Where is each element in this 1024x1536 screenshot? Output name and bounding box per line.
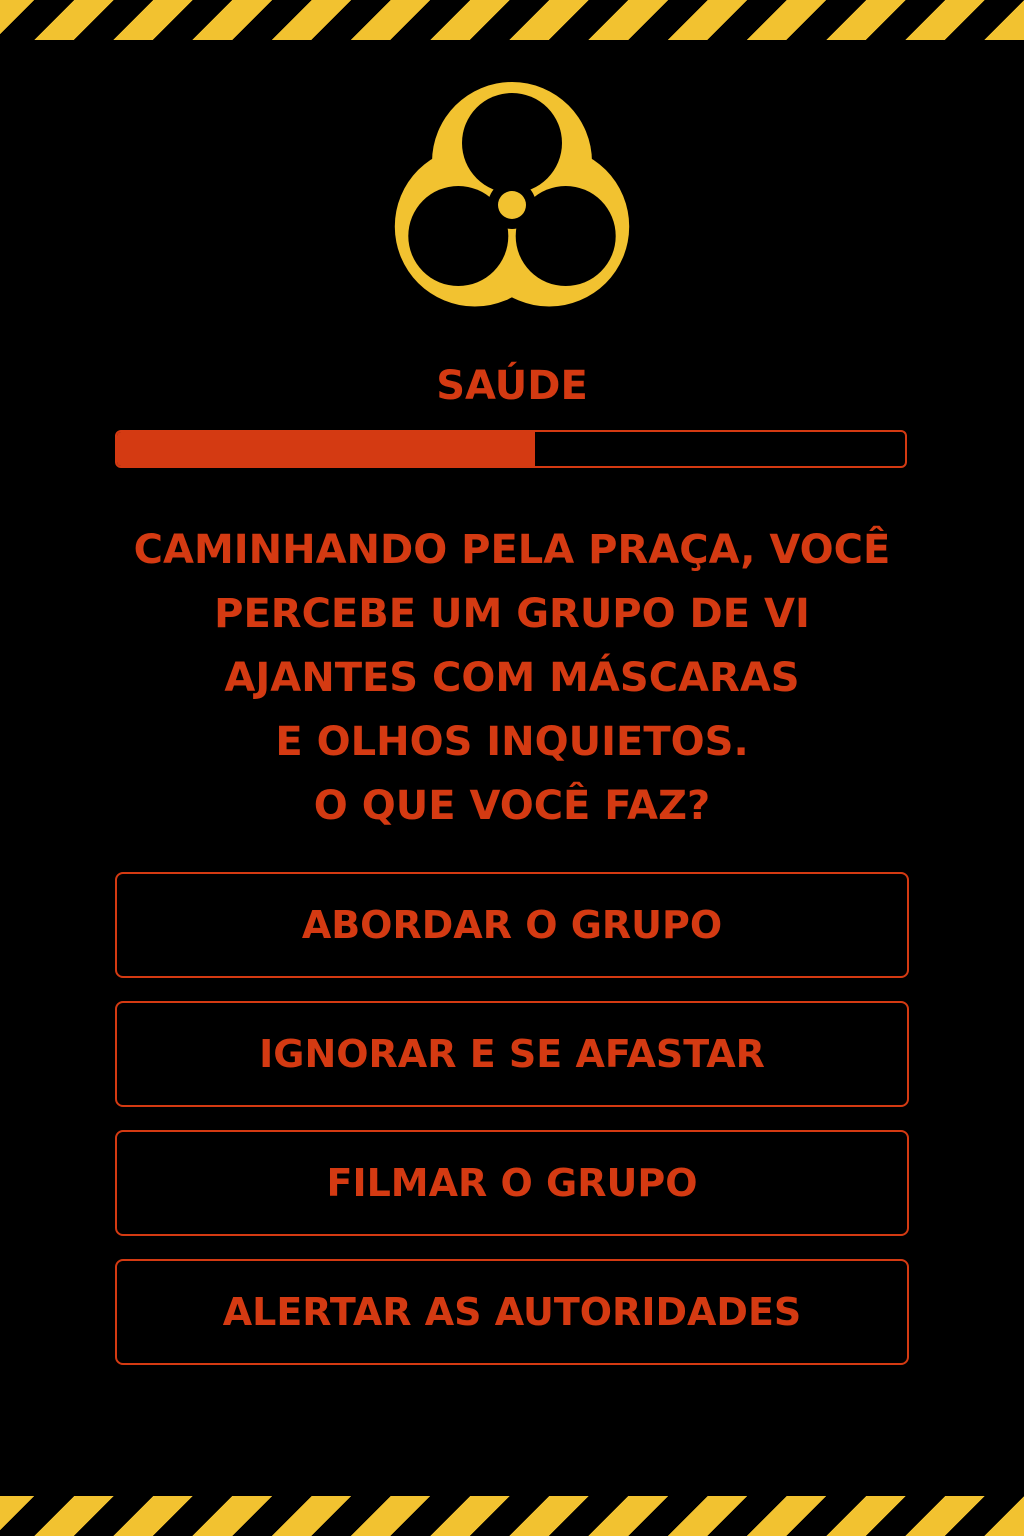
story-prompt-line: O QUE VOCÊ FAZ?: [313, 783, 711, 829]
story-prompt-line: E OLHOS INQUIETOS.: [275, 719, 749, 765]
hazard-stripe-top: [0, 0, 1024, 40]
hazard-stripe-bottom: [0, 1496, 1024, 1536]
choice-approach-group-button[interactable]: ABORDAR O GRUPO: [115, 872, 909, 978]
health-bar: [115, 430, 907, 468]
story-prompt-line: CAMINHANDO PELA PRAÇA, VOCÊ: [133, 527, 891, 573]
health-bar-fill: [117, 432, 535, 466]
biohazard-icon: [394, 82, 630, 307]
choice-alert-authorities-button[interactable]: ALERTAR AS AUTORIDADES: [115, 1259, 909, 1365]
biohazard-icon-center: [498, 191, 526, 219]
choice-film-group-button[interactable]: FILMAR O GRUPO: [115, 1130, 909, 1236]
health-label: SAÚDE: [436, 363, 588, 409]
choice-ignore-and-leave-button[interactable]: IGNORAR E SE AFASTAR: [115, 1001, 909, 1107]
story-prompt-line: AJANTES COM MÁSCARAS: [224, 655, 800, 701]
story-prompt-line: PERCEBE UM GRUPO DE VI: [214, 591, 810, 637]
story-prompt: CAMINHANDO PELA PRAÇA, VOCÊ PERCEBE UM G…: [60, 518, 964, 838]
